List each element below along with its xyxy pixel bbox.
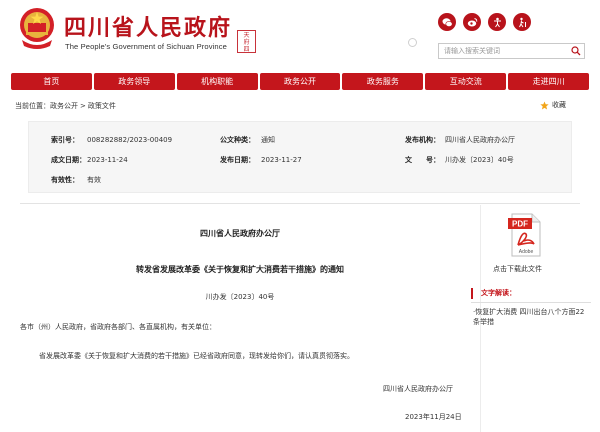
pdf-badge-text: PDF [512,220,528,229]
breadcrumb-item-policy-docs[interactable]: 政策文件 [88,102,116,110]
interpretation-heading: 文字解读： [471,288,591,299]
meta-doc-type-value: 通知 [261,136,275,144]
meta-index-value: 008282882/2023-00409 [87,136,173,144]
interpretation-card: 文字解读： ·恢复扩大消费 四川出台八个方面22条举措 [471,288,591,327]
breadcrumb-item-disclosure[interactable]: 政务公开 [50,102,78,110]
meta-doc-type-label: 公文种类： [220,136,255,144]
nav-item-leaders[interactable]: 政务领导 [93,73,175,90]
nav-item-functions[interactable]: 机构职能 [176,73,258,90]
breadcrumb-separator: > [80,102,86,110]
article-body: 省发展改革委《关于恢复和扩大消费的若干措施》已经省政府同意，现转发给你们，请认真… [39,352,354,360]
meta-row: 成文日期： 2023-11-24 发布日期： 2023-11-27 文 号： 川… [29,151,573,169]
favorite-button[interactable]: 收藏 [540,100,566,110]
meta-published-label: 发布日期： [220,156,255,164]
accessibility-icon[interactable] [488,13,506,31]
breadcrumb: 当前位置：政务公开 > 政策文件 [15,101,116,111]
meta-row: 索引号： 008282882/2023-00409 公文种类： 通知 发布机构：… [29,131,573,149]
meta-validity-value: 有效 [87,176,101,184]
meta-index-label: 索引号： [51,136,79,144]
elder-mode-icon[interactable] [513,13,531,31]
seal-char: 四 [243,46,250,53]
decorative-circle [408,38,417,47]
article-title: 转发省发展改革委《关于恢复和扩大消费若干措施》的通知 [136,265,344,274]
search-placeholder: 请输入搜索关键词 [444,47,500,55]
main-nav: 首页 政务领导 机构职能 政务公开 政务服务 互动交流 走进四川 [11,73,590,90]
meta-published-value: 2023-11-27 [261,156,302,164]
interpretation-rule [471,302,591,303]
document-meta: 索引号： 008282882/2023-00409 公文种类： 通知 发布机构：… [28,121,572,193]
search-icon[interactable] [571,46,581,56]
meta-row: 有效性： 有效 [29,171,573,189]
pdf-brand-text: Adobe [519,249,534,255]
article-signature: 四川省人民政府办公厅 [383,385,453,393]
wechat-icon[interactable] [438,13,456,31]
meta-validity-label: 有效性： [51,176,79,184]
breadcrumb-prefix: 当前位置： [15,102,50,110]
article-addressee: 各市（州）人民政府，省政府各部门、各直属机构，有关单位： [20,323,216,331]
article-doc-number: 川办发〔2023〕40号 [205,293,275,301]
favorite-label: 收藏 [552,101,566,109]
star-icon [540,100,549,109]
nav-item-home[interactable]: 首页 [11,73,92,90]
seal-char: 天 [243,32,250,39]
nav-item-services[interactable]: 政务服务 [342,73,424,90]
pdf-file-icon[interactable]: PDF Adobe [504,212,546,258]
nav-item-disclosure[interactable]: 政务公开 [259,73,341,90]
interpretation-link[interactable]: ·恢复扩大消费 四川出台八个方面22条举措 [471,307,591,327]
search-input[interactable]: 请输入搜索关键词 [438,43,585,59]
meta-doc-no-value: 川办发〔2023〕40号 [445,156,514,164]
meta-created-label: 成文日期： [51,156,86,164]
meta-created-value: 2023-11-24 [87,156,128,164]
site-header: 四川省人民政府 The People's Government of Sichu… [0,0,600,70]
weibo-icon[interactable] [463,13,481,31]
meta-doc-no-label: 文 号： [405,156,440,164]
nav-item-about-sichuan[interactable]: 走进四川 [508,73,590,90]
section-divider [20,203,580,204]
article-date: 2023年11月24日 [405,413,462,421]
site-title[interactable]: 四川省人民政府 [64,10,232,42]
tianfu-seal-logo: 天 府 四 [237,30,256,53]
meta-issuer-value: 四川省人民政府办公厅 [445,136,515,144]
article-issuer: 四川省人民政府办公厅 [200,229,280,238]
seal-char: 府 [243,39,250,46]
nav-item-interaction[interactable]: 互动交流 [425,73,507,90]
meta-issuer-label: 发布机构： [405,136,440,144]
national-emblem-icon[interactable] [17,6,57,52]
header-tool-icons [438,13,531,31]
download-file-link[interactable]: 点击下载此文件 [493,264,542,274]
site-subtitle: The People's Government of Sichuan Provi… [65,42,227,51]
